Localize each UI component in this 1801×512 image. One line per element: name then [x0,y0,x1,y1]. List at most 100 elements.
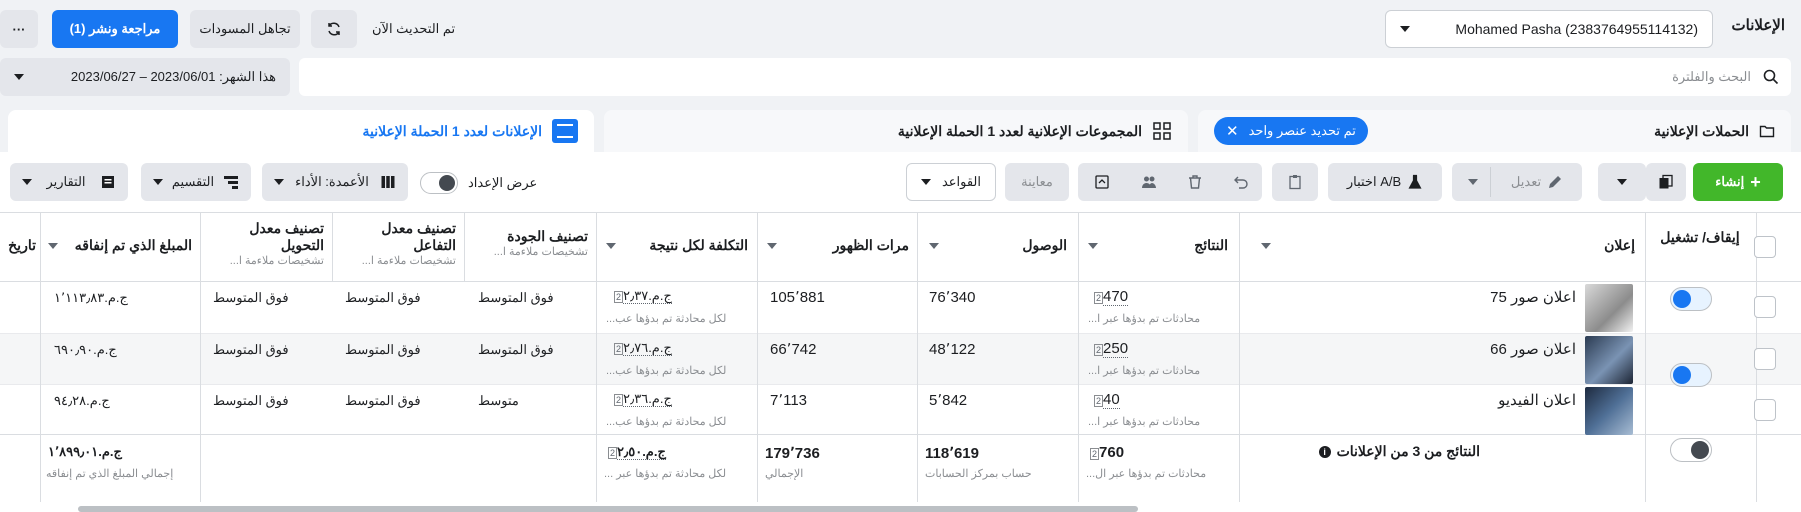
divider [0,212,1801,213]
flask-icon [1408,174,1422,189]
row-checkbox[interactable] [1754,399,1776,421]
horizontal-scrollbar[interactable] [78,506,1138,512]
ad-name[interactable]: اعلان صور 75 [1240,288,1576,306]
undo-button[interactable] [1220,163,1262,201]
col-impressions[interactable]: مرات الظهور [765,237,909,254]
review-publish-button[interactable]: مراجعة ونشر (1) [52,10,178,48]
row-checkbox[interactable] [1754,296,1776,318]
col-quality-sub: تشخيصات ملاءمة ا... [493,246,588,258]
show-setup-toggle[interactable]: عرض الإعداد [420,172,537,194]
row-results-sub: محادثات تم بدؤها عبر ا... [1088,416,1201,428]
reports-label: التقارير [46,174,86,189]
totals-impressions: 179٬736 [765,445,820,462]
sort-icon [767,243,777,249]
row-results-sub: محادثات تم بدؤها عبر ا... [1088,365,1201,377]
col-results[interactable]: النتائج [1088,237,1228,254]
col-cost-label: التكلفة لكل نتيجة [649,237,748,253]
row-quality: فوق المتوسط [478,342,554,357]
columns-dropdown[interactable]: الأعمدة: الأداء [262,163,408,201]
search-icon [1763,69,1779,85]
more-button[interactable]: ··· [0,10,38,48]
search-input[interactable]: البحث والفلترة [1672,69,1751,85]
ad-icon [552,119,578,143]
duplicate-dropdown[interactable] [1598,163,1646,201]
col-reach[interactable]: الوصول [925,237,1067,254]
row-conversion: فوق المتوسط [213,290,289,305]
row-toggle[interactable] [1670,363,1712,387]
ad-thumbnail [1585,387,1633,435]
audience-button[interactable] [1128,163,1170,201]
ab-test-button[interactable]: اختبار A/B [1328,163,1442,201]
ad-thumbnail [1585,336,1633,384]
totals-cost-sub: لكل محادثة تم بدؤها عبر ... [604,468,727,480]
row-toggle[interactable] [1670,287,1712,311]
search-bar[interactable]: البحث والفلترة [299,58,1791,96]
account-selector[interactable]: Mohamed Pasha (2383764955114132) [1385,10,1713,48]
footnote-badge: 2 [1094,395,1104,407]
date-range-picker[interactable]: هذا الشهر: 2023/06/01 – 2023/06/27 [0,58,290,96]
export-button[interactable] [1080,163,1124,201]
show-setup-switch[interactable] [420,172,458,194]
select-all-checkbox[interactable] [1754,236,1776,258]
totals-label-text: النتائج من 3 من الإعلانات [1336,443,1480,459]
chevron-down-icon [1617,179,1627,185]
col-conversion[interactable]: تصنيف معدل التحويل تشخيصات ملاءمة ا... [206,220,324,267]
col-date[interactable]: تاريخ [0,237,36,254]
undo-icon [1234,176,1248,189]
col-quality-label: تصنيف الجودة [507,228,588,244]
row-reach: 48٬122 [929,341,976,358]
close-icon[interactable]: ✕ [1226,122,1239,140]
totals-cost-value: ج.م.٢٫٥٠ [617,444,666,460]
create-button[interactable]: إنشاء + [1693,163,1783,201]
selection-chip[interactable]: تم تحديد عنصر واحد ✕ [1214,117,1368,145]
totals-results: 2 760 [1086,444,1124,461]
footnote-badge: 2 [608,447,618,459]
row-checkbox[interactable] [1754,348,1776,370]
delete-button[interactable] [1174,163,1216,201]
refresh-button[interactable] [311,10,357,48]
divider [0,434,1801,435]
tab-campaigns[interactable]: الحملات الإعلانية تم تحديد عنصر واحد ✕ [1198,110,1791,152]
sort-icon [1088,243,1098,249]
sort-icon [929,243,939,249]
clipboard-button[interactable] [1272,163,1318,201]
edit-button[interactable]: تعديل [1452,163,1582,201]
row-impressions: 105٬881 [770,289,825,306]
col-impressions-label: مرات الظهور [832,237,909,253]
tab-ads[interactable]: الإعلانات لعدد 1 الحملة الإعلانية [8,110,594,152]
col-engagement[interactable]: تصنيف معدل التفاعل تشخيصات ملاءمة ا... [338,220,456,267]
trash-icon [1189,175,1201,189]
tab-adsets[interactable]: المجموعات الإعلانية لعدد 1 الحملة الإعلا… [604,110,1188,152]
row-conversion: فوق المتوسط [213,342,289,357]
breakdown-dropdown[interactable]: التقسيم [141,163,251,201]
col-ad[interactable]: إعلان [1255,237,1635,254]
edit-label: تعديل [1510,174,1542,189]
footnote-badge: 2 [1094,344,1104,356]
create-label: إنشاء [1715,174,1745,189]
row-engagement: فوق المتوسط [345,342,421,357]
totals-cost: 2 ج.م.٢٫٥٠ [604,444,666,460]
col-spent[interactable]: المبلغ الذي تم إنفاقه [48,237,192,254]
col-cost[interactable]: التكلفة لكل نتيجة [604,237,748,254]
row-cost-value: ج.م.٢٫٣٦ [623,391,672,407]
rules-dropdown[interactable]: القواعد [906,163,996,201]
row-toggle[interactable] [1670,438,1712,462]
chevron-down-icon [14,74,24,80]
ad-name[interactable]: اعلان الفيديو [1240,391,1576,409]
row-results-value: 250 [1103,340,1129,358]
col-quality[interactable]: تصنيف الجودة تشخيصات ملاءمة ا... [470,228,588,258]
row-results: 2 470 [1090,288,1129,306]
preview-button[interactable]: معاينة [1005,163,1069,201]
row-results-sub: محادثات تم بدؤها عبر ا... [1088,313,1201,325]
totals-label: النتائج من 3 من الإعلانات i [1250,443,1480,460]
row-engagement: فوق المتوسط [345,290,421,305]
info-icon: i [1318,445,1331,458]
discard-drafts-button[interactable]: تجاهل المسودات [190,10,300,48]
duplicate-button[interactable] [1646,163,1686,201]
col-onoff[interactable]: إيقاف/ تشغيل [1652,229,1748,246]
col-reach-label: الوصول [1022,237,1067,253]
ad-name[interactable]: اعلان صور 66 [1240,340,1576,358]
row-cost: 2 ج.م.٢٫٣٦ [610,391,672,407]
review-publish-label: مراجعة ونشر (1) [69,21,161,36]
reports-dropdown[interactable]: التقارير [10,163,128,201]
